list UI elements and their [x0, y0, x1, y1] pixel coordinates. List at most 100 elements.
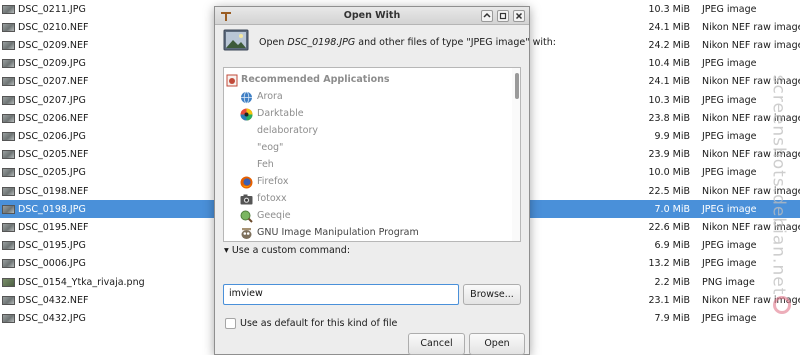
recommended-apps-section: Recommended Applications: [224, 72, 514, 89]
file-size: 9.9 MiB: [654, 130, 690, 142]
shade-button[interactable]: [481, 10, 493, 22]
prompt-filename: DSC_0198.JPG: [287, 37, 356, 48]
maximize-button[interactable]: [497, 10, 509, 22]
file-size: 2.2 MiB: [654, 276, 690, 288]
app-item[interactable]: fotoxx: [224, 191, 514, 208]
app-item[interactable]: Arora: [224, 89, 514, 106]
file-type: JPEG image: [702, 312, 757, 324]
darktable-icon: [240, 108, 253, 121]
app-label: fotoxx: [257, 193, 287, 204]
app-label: delaboratory: [257, 125, 318, 136]
image-thumbnail-icon: [2, 95, 15, 105]
image-thumbnail-icon: [2, 131, 15, 141]
watermark-text: screenshots.debian.net: [768, 74, 789, 296]
file-size: 10.4 MiB: [648, 58, 690, 70]
file-type: JPEG image: [702, 58, 757, 70]
file-name: DSC_0006.JPG: [18, 258, 86, 270]
prompt-prefix: Open: [259, 37, 288, 48]
file-size: 22.5 MiB: [648, 185, 690, 197]
dialog-prompt: Open DSC_0198.JPG and other files of typ…: [259, 37, 556, 48]
applications-category-icon: [226, 74, 238, 87]
camera-icon: [240, 193, 253, 206]
image-thumbnail-icon: [2, 4, 15, 14]
watermark-logo-icon: [773, 296, 791, 314]
prompt-suffix: and other files of type "JPEG image" wit…: [355, 37, 556, 48]
file-name: DSC_0205.NEF: [18, 149, 89, 161]
app-label: Darktable: [257, 108, 304, 119]
titlebar[interactable]: Open With: [215, 7, 529, 25]
file-size: 22.6 MiB: [648, 221, 690, 233]
file-size: 10.3 MiB: [648, 3, 690, 15]
open-with-dialog: Open With Open DSC_0198.JPG and other fi…: [214, 6, 556, 355]
globe-icon: [240, 91, 253, 104]
custom-command-expander[interactable]: ▾ Use a custom command:: [224, 245, 350, 256]
geeqie-icon: [240, 210, 253, 223]
app-item[interactable]: GNU Image Manipulation Program: [224, 225, 514, 241]
expander-triangle-icon: ▾: [224, 245, 229, 256]
file-type: JPEG image: [702, 167, 757, 179]
file-size: 10.3 MiB: [648, 94, 690, 106]
image-thumbnail-icon: [2, 313, 15, 323]
file-type: PNG image: [702, 276, 755, 288]
watermark: screenshots.debian.net: [758, 40, 798, 330]
image-thumbnail-icon: [2, 277, 15, 287]
file-name: DSC_0195.JPG: [18, 240, 86, 252]
file-name: DSC_0211.JPG: [18, 3, 86, 15]
cancel-button[interactable]: Cancel: [408, 333, 465, 355]
file-size: 24.2 MiB: [648, 39, 690, 51]
file-name: DSC_0210.NEF: [18, 21, 89, 33]
file-name: DSC_0209.NEF: [18, 39, 89, 51]
file-size: 23.8 MiB: [648, 112, 690, 124]
file-name: DSC_0205.JPG: [18, 167, 86, 179]
file-size: 23.9 MiB: [648, 149, 690, 161]
default-checkbox-label[interactable]: Use as default for this kind of file: [240, 318, 397, 329]
app-item[interactable]: Geeqie: [224, 208, 514, 225]
app-label: Geeqie: [257, 210, 291, 221]
image-thumbnail-icon: [2, 113, 15, 123]
scrollbar[interactable]: [512, 68, 520, 241]
default-checkbox[interactable]: [225, 318, 236, 329]
file-name: DSC_0206.NEF: [18, 112, 89, 124]
app-item[interactable]: Darktable: [224, 106, 514, 123]
app-label: "eog": [257, 142, 284, 153]
open-button[interactable]: Open: [469, 333, 525, 355]
app-label: Feh: [257, 159, 274, 170]
custom-command-input[interactable]: imview: [223, 284, 459, 305]
browse-button[interactable]: Browse...: [463, 284, 521, 305]
file-type: JPEG image: [702, 258, 757, 270]
file-type: Nikon NEF raw image: [702, 21, 800, 33]
file-name: DSC_0206.JPG: [18, 130, 86, 142]
application-list[interactable]: Recommended Applications Arora Darktable d…: [223, 67, 521, 242]
image-thumbnail-icon: [2, 259, 15, 269]
file-type: JPEG image: [702, 94, 757, 106]
file-type: JPEG image: [702, 130, 757, 142]
image-thumbnail-icon: [2, 150, 15, 160]
image-thumbnail-icon: [2, 186, 15, 196]
file-name: DSC_0209.JPG: [18, 58, 86, 70]
section-label: Recommended Applications: [241, 74, 390, 85]
app-item[interactable]: "eog": [224, 140, 514, 157]
image-thumbnail-icon: [2, 59, 15, 69]
file-size: 7.0 MiB: [654, 203, 690, 215]
image-thumbnail-icon: [2, 77, 15, 87]
image-file-icon: [223, 29, 249, 51]
custom-command-label: Use a custom command:: [231, 245, 351, 256]
app-item[interactable]: Firefox: [224, 174, 514, 191]
close-button[interactable]: [513, 10, 525, 22]
file-name: DSC_0432.NEF: [18, 294, 89, 306]
image-thumbnail-icon: [2, 241, 15, 251]
app-item[interactable]: delaboratory: [224, 123, 514, 140]
image-thumbnail-icon: [2, 40, 15, 50]
file-name: DSC_0207.NEF: [18, 76, 89, 88]
gimp-icon: [240, 227, 253, 240]
file-size: 24.1 MiB: [648, 21, 690, 33]
scrollbar-thumb[interactable]: [515, 73, 519, 99]
app-label: Firefox: [257, 176, 289, 187]
firefox-icon: [240, 176, 253, 189]
app-label: Arora: [257, 91, 283, 102]
file-name: DSC_0195.NEF: [18, 221, 89, 233]
app-item[interactable]: Feh: [224, 157, 514, 174]
file-size: 23.1 MiB: [648, 294, 690, 306]
file-size: 13.2 MiB: [648, 258, 690, 270]
image-thumbnail-icon: [2, 295, 15, 305]
